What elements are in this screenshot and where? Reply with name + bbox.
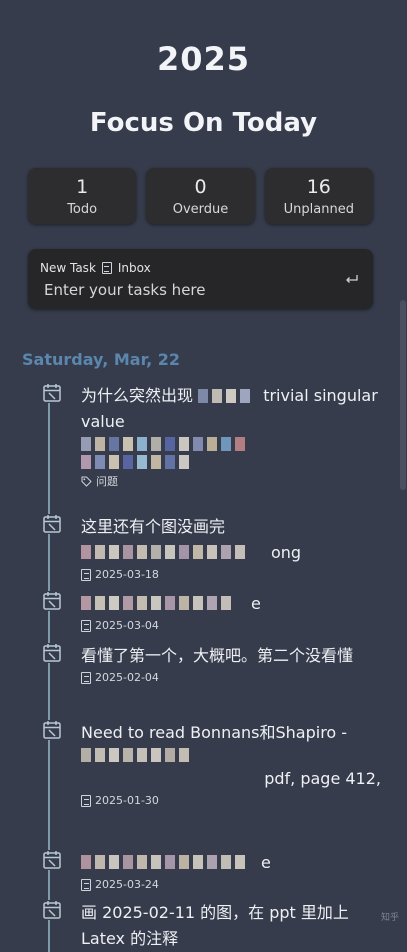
task-title-text: 为什么突然出现 xyxy=(81,386,194,405)
task-body: 看懂了第一个，大概吧。第二个没看懂 2025-02-04 xyxy=(81,643,381,684)
task-title-text: ong xyxy=(271,543,302,562)
calendar-x-icon xyxy=(42,643,62,663)
scrollbar[interactable] xyxy=(400,300,406,490)
task-body: e 2025-03-24 xyxy=(81,850,381,891)
task-body: Need to read Bonnans和Shapiro - pdf, page… xyxy=(81,720,381,807)
calendar-x-icon xyxy=(42,514,62,534)
task-body: e 2025-03-04 xyxy=(81,591,381,632)
new-task-label: New Task xyxy=(40,261,96,275)
redacted-text xyxy=(81,545,271,561)
stat-todo[interactable]: 1 Todo xyxy=(28,168,137,224)
enter-icon[interactable] xyxy=(345,275,359,285)
redacted-text xyxy=(81,455,381,471)
new-task-header: New Task Inbox xyxy=(40,261,151,275)
task-title-text: e xyxy=(251,594,261,613)
task-body: 这里还有个图没画完 ong 2025-03-18 xyxy=(81,514,381,581)
task-date: 2025-03-18 xyxy=(81,568,381,581)
redacted-text xyxy=(198,388,258,405)
stats-row: 1 Todo 0 Overdue 16 Unplanned xyxy=(28,168,373,224)
task-date-text: 2025-02-04 xyxy=(95,671,159,684)
calendar-x-icon xyxy=(42,720,62,740)
watermark: 知乎 xyxy=(380,913,399,923)
document-icon xyxy=(81,619,91,632)
stat-unplanned[interactable]: 16 Unplanned xyxy=(264,168,373,224)
task-date: 2025-02-04 xyxy=(81,671,381,684)
tag-label: 问题 xyxy=(96,475,118,488)
task-date-text: 2025-01-30 xyxy=(95,794,159,807)
calendar-x-icon xyxy=(42,850,62,870)
task-date: 2025-01-30 xyxy=(81,794,381,807)
task-title: 看懂了第一个，大概吧。第二个没看懂 xyxy=(81,646,354,665)
task-title: 画 2025-02-11 的图，在 ppt 里加上 Latex 的注释 xyxy=(81,903,349,948)
stat-label: Unplanned xyxy=(283,202,354,217)
redacted-text xyxy=(81,748,381,764)
stat-label: Todo xyxy=(67,202,98,217)
task-date-text: 2025-03-18 xyxy=(95,568,159,581)
new-task-box: New Task Inbox xyxy=(28,249,373,309)
task-tag[interactable]: 问题 xyxy=(81,473,381,489)
task-input[interactable] xyxy=(44,281,334,299)
document-icon xyxy=(81,568,91,581)
task-title: e xyxy=(81,591,381,617)
redacted-text xyxy=(81,596,251,612)
task-title: Need to read Bonnans和Shapiro - xyxy=(81,723,348,742)
stat-value: 1 xyxy=(76,176,89,198)
document-icon xyxy=(101,262,112,274)
document-icon xyxy=(81,671,91,684)
redacted-text xyxy=(81,855,261,871)
task-date-text: 2025-03-24 xyxy=(95,878,159,891)
calendar-x-icon xyxy=(42,591,62,611)
task-date: 2025-03-24 xyxy=(81,878,381,891)
task-title: e xyxy=(81,850,381,876)
task-title: 为什么突然出现 trivial singular value xyxy=(81,383,381,435)
list-selector[interactable]: Inbox xyxy=(118,261,151,275)
task-title: 这里还有个图没画完 xyxy=(81,517,226,536)
document-icon xyxy=(81,878,91,891)
task-date-text: 2025-03-04 xyxy=(95,619,159,632)
stat-value: 16 xyxy=(306,176,331,198)
date-heading: Saturday, Mar, 22 xyxy=(22,350,181,369)
task-title-text: e xyxy=(261,853,271,872)
task-title-line: pdf, page 412, xyxy=(264,769,381,788)
redacted-text xyxy=(81,437,381,453)
stat-label: Overdue xyxy=(172,202,229,217)
year-title: 2025 xyxy=(156,40,251,78)
task-title-line: ong xyxy=(81,540,381,566)
document-icon xyxy=(81,794,91,807)
calendar-x-icon xyxy=(42,900,62,920)
task-body: 画 2025-02-11 的图，在 ppt 里加上 Latex 的注释 xyxy=(81,900,381,952)
page-title: Focus On Today xyxy=(89,108,318,138)
task-date: 2025-03-04 xyxy=(81,619,381,632)
stat-overdue[interactable]: 0 Overdue xyxy=(146,168,255,224)
calendar-x-icon xyxy=(42,383,62,403)
task-body: 为什么突然出现 trivial singular value 问题 xyxy=(81,383,381,489)
tag-icon xyxy=(81,476,92,487)
stat-value: 0 xyxy=(194,176,207,198)
